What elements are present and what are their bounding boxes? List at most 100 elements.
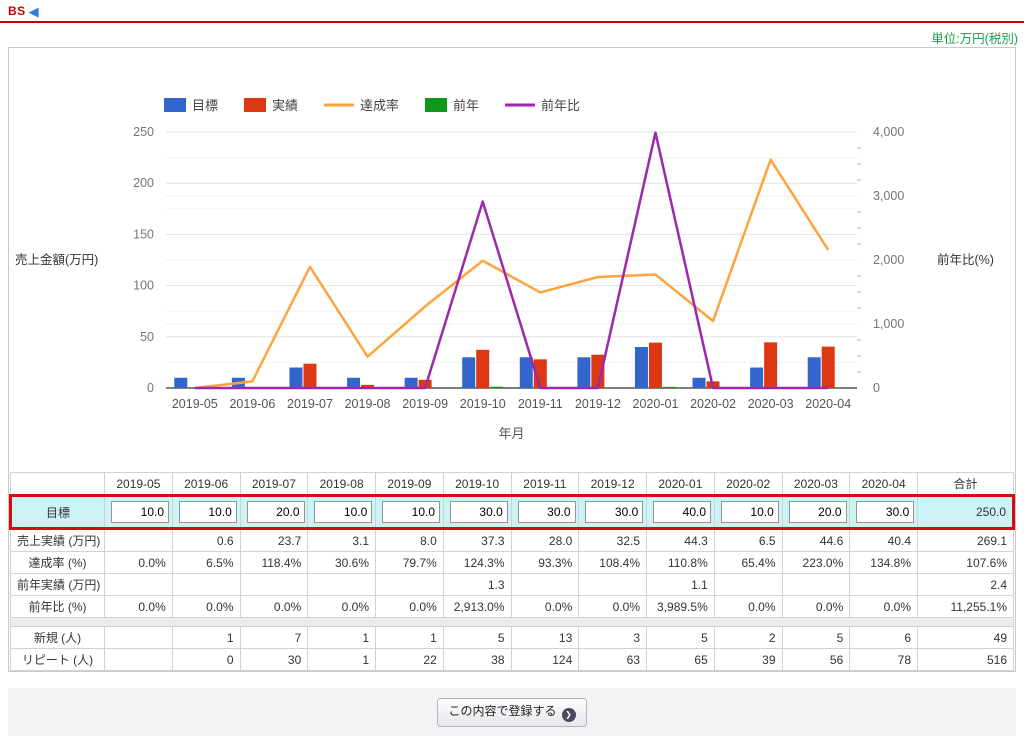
table-cell: 2 — [714, 627, 782, 649]
goal-cell — [714, 496, 782, 529]
row-label: 新規 (人) — [11, 627, 105, 649]
table-cell: 93.3% — [511, 552, 579, 574]
goal-cell — [105, 496, 173, 529]
legend-label: 前年比 — [541, 98, 580, 113]
x-tick-label: 2020-01 — [633, 397, 679, 411]
goal-input-2019-06[interactable] — [179, 501, 237, 523]
table-cell: 1.1 — [647, 574, 715, 596]
table-cell: 0.0% — [105, 552, 173, 574]
table-cell: 0.0% — [308, 596, 376, 618]
table-cell: 56 — [782, 649, 850, 671]
col-header: 2019-09 — [376, 473, 444, 496]
table-cell: 0.6 — [172, 529, 240, 552]
bar-実績 — [822, 347, 835, 388]
table-cell: 7 — [240, 627, 308, 649]
x-tick-label: 2019-07 — [287, 397, 333, 411]
table-cell — [105, 529, 173, 552]
goal-input-2020-01[interactable] — [653, 501, 711, 523]
table-row: 売上実績 (万円)0.623.73.18.037.328.032.544.36.… — [11, 529, 1014, 552]
goal-cell — [443, 496, 511, 529]
row-label: リピート (人) — [11, 649, 105, 671]
table-cell — [105, 574, 173, 596]
table-cell: 37.3 — [443, 529, 511, 552]
legend-label: 目標 — [192, 98, 218, 113]
bar-目標 — [577, 357, 590, 388]
goal-cell — [579, 496, 647, 529]
col-header: 2020-02 — [714, 473, 782, 496]
table-cell: 124.3% — [443, 552, 511, 574]
x-tick-label: 2019-08 — [345, 397, 391, 411]
x-tick-label: 2019-05 — [172, 397, 218, 411]
table-cell: 65.4% — [714, 552, 782, 574]
table-cell: 0.0% — [579, 596, 647, 618]
table-row: 新規 (人)17115133525649 — [11, 627, 1014, 649]
table-cell: 65 — [647, 649, 715, 671]
goal-row: 目標250.0 — [11, 496, 1014, 529]
table-cell: 39 — [714, 649, 782, 671]
right-axis-title: 前年比(%) — [937, 252, 994, 267]
table-row: 前年実績 (万円)1.31.12.4 — [11, 574, 1014, 596]
table-cell — [782, 574, 850, 596]
submit-button[interactable]: この内容で登録する❯ — [437, 698, 586, 727]
x-tick-label: 2020-02 — [690, 397, 736, 411]
bar-実績 — [303, 364, 316, 388]
legend-label: 実績 — [272, 98, 298, 113]
legend-label: 達成率 — [360, 98, 399, 113]
col-header: 2019-10 — [443, 473, 511, 496]
goal-input-2020-02[interactable] — [721, 501, 779, 523]
goal-cell — [782, 496, 850, 529]
table-cell: 3 — [579, 627, 647, 649]
submit-label: この内容で登録する — [448, 704, 556, 718]
goal-cell — [172, 496, 240, 529]
left-tick-label: 200 — [133, 176, 154, 190]
right-tick-label: 0 — [873, 381, 880, 395]
legend-swatch — [244, 98, 266, 112]
col-header: 2019-11 — [511, 473, 579, 496]
table-cell: 6 — [850, 627, 918, 649]
goal-cell — [647, 496, 715, 529]
table-cell — [511, 574, 579, 596]
table-cell: 5 — [443, 627, 511, 649]
table-cell: 118.4% — [240, 552, 308, 574]
table-cell — [308, 574, 376, 596]
goal-input-2019-07[interactable] — [247, 501, 305, 523]
table-cell: 38 — [443, 649, 511, 671]
goal-cell — [308, 496, 376, 529]
table-row: 達成率 (%)0.0%6.5%118.4%30.6%79.7%124.3%93.… — [11, 552, 1014, 574]
table-cell: 78 — [850, 649, 918, 671]
goal-cell — [511, 496, 579, 529]
x-tick-label: 2019-06 — [229, 397, 275, 411]
table-cell: 22 — [376, 649, 444, 671]
header-divider — [0, 21, 1024, 23]
col-header: 2019-06 — [172, 473, 240, 496]
goal-input-2019-12[interactable] — [585, 501, 643, 523]
table-cell: 0 — [172, 649, 240, 671]
bar-実績 — [649, 343, 662, 388]
back-arrow-icon[interactable]: ◀ — [29, 4, 39, 19]
table-cell: 107.6% — [918, 552, 1014, 574]
goal-cell — [376, 496, 444, 529]
table-cell: 0.0% — [240, 596, 308, 618]
table-cell: 110.8% — [647, 552, 715, 574]
goal-input-2019-08[interactable] — [314, 501, 372, 523]
goal-input-2019-09[interactable] — [382, 501, 440, 523]
bar-目標 — [808, 357, 821, 388]
col-header: 2020-01 — [647, 473, 715, 496]
table-cell: 44.6 — [782, 529, 850, 552]
x-tick-label: 2020-03 — [748, 397, 794, 411]
table-row: リピート (人)030122381246365395678516 — [11, 649, 1014, 671]
table-cell — [105, 627, 173, 649]
table-cell: 108.4% — [579, 552, 647, 574]
bar-目標 — [693, 378, 706, 388]
bar-目標 — [174, 378, 187, 388]
goal-input-2019-11[interactable] — [518, 501, 576, 523]
table-cell: 30 — [240, 649, 308, 671]
table-cell: 1.3 — [443, 574, 511, 596]
goal-input-2019-10[interactable] — [450, 501, 508, 523]
goal-input-2020-03[interactable] — [789, 501, 847, 523]
row-label: 目標 — [11, 496, 105, 529]
goal-input-2020-04[interactable] — [856, 501, 914, 523]
goal-input-2019-05[interactable] — [111, 501, 169, 523]
x-tick-label: 2019-09 — [402, 397, 448, 411]
table-cell: 1 — [308, 649, 376, 671]
